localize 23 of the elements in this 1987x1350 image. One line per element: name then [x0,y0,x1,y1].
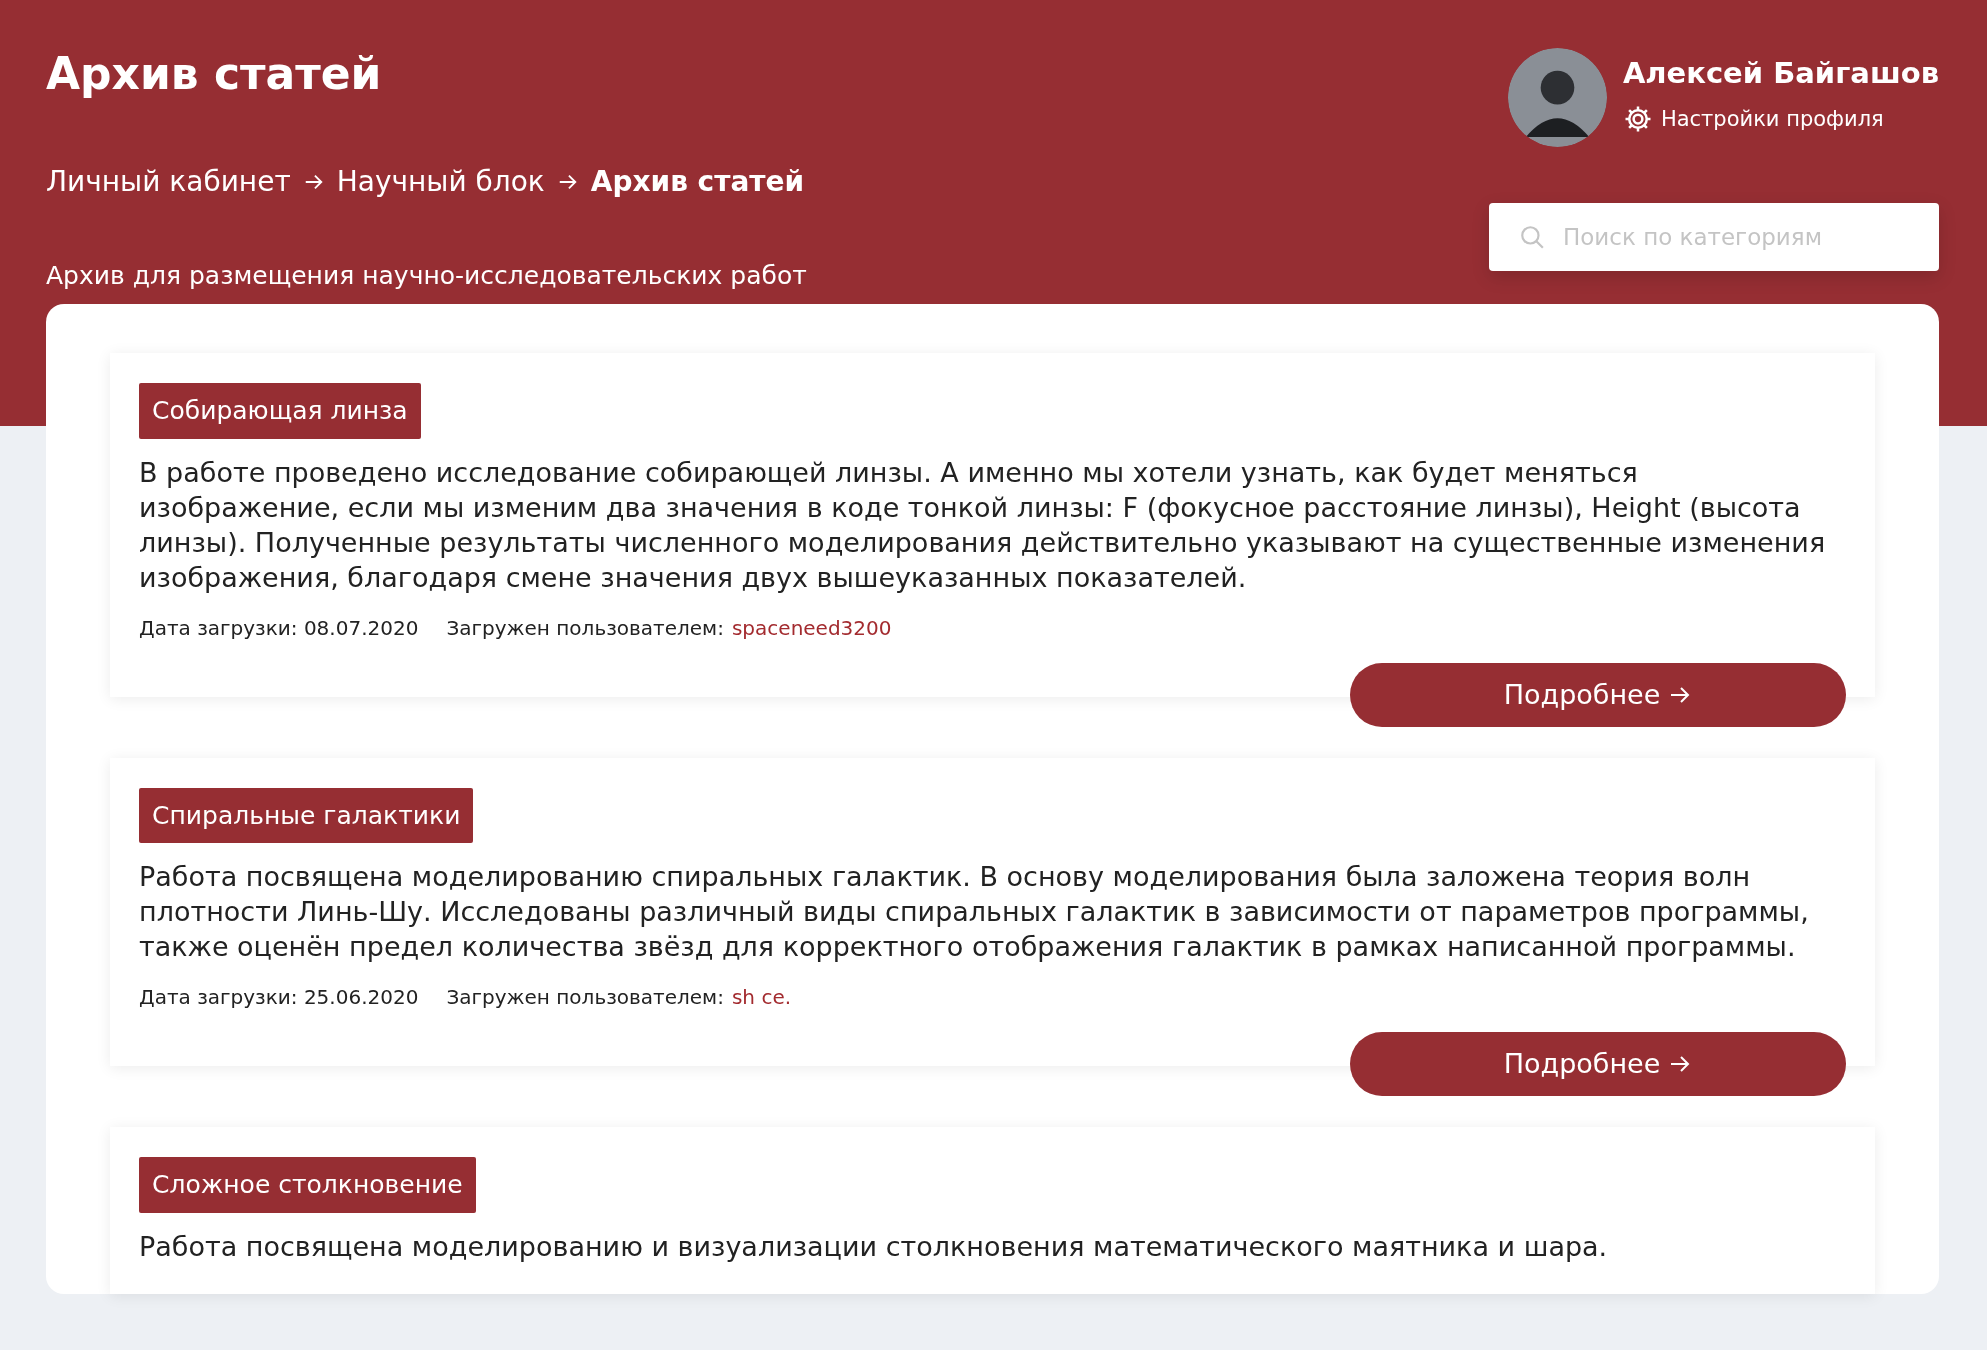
breadcrumb-link[interactable]: Личный кабинет [46,160,291,203]
category-tag: Сложное столкновение [139,1157,476,1213]
breadcrumb-current: Архив статей [590,163,805,200]
details-button[interactable]: Подробнее [1350,662,1846,727]
article-description: Работа посвящена моделированию и визуализации столкновения математического маятника и шара. [139,1229,1609,1264]
uploader-label: Загружен пользователем: [446,984,724,1012]
upload-date: Дата загрузки: 08.07.2020 [139,614,419,642]
uploader-link[interactable]: spaceneed3200 [731,612,892,643]
upload-date: Дата загрузки: 25.06.2020 [139,984,419,1012]
details-button[interactable]: Подробнее [1350,1032,1846,1097]
page-subtitle: Архив для размещения научно-исследовательских работ [46,259,807,292]
uploader-label: Загружен пользователем: [446,614,724,642]
article-description: В работе проведено исследование собирающей линзы. А именно мы хотели узнать, как будет меняться изображение, если мы изменим два значения в коде тонкой линзы: F (фокусное расстояние линзы), Height (высота линзы). Полученные результаты численного моделирования действительно указывают на существенные изменения изображения, благодаря смене значения двух вышеуказанных показателей. [139,455,1827,595]
search-icon [1519,224,1545,250]
category-tag: Собирающая линза [139,383,421,439]
article-description: Работа посвящена моделированию спиральных галактик. В основу моделирования была заложена теория волн плотности Линь-Шу. Исследованы различный виды спиральных галактик в зависимости от параметров программы, также оценён предел количества звёзд для корректного отображения галактик в рамках написанной программы. [139,860,1810,965]
user-name: Алексей Байгашов [1622,55,1939,92]
profile-settings-link[interactable]: Настройки профиля [1622,103,1939,135]
category-tag: Спиральные галактики [139,787,474,844]
search-field[interactable]: Поиск по категориям [1489,203,1939,271]
page-title: Архив статей [46,48,383,101]
breadcrumb-link[interactable]: Научный блок [336,160,545,203]
uploader-link[interactable]: sh ce. [731,982,792,1013]
